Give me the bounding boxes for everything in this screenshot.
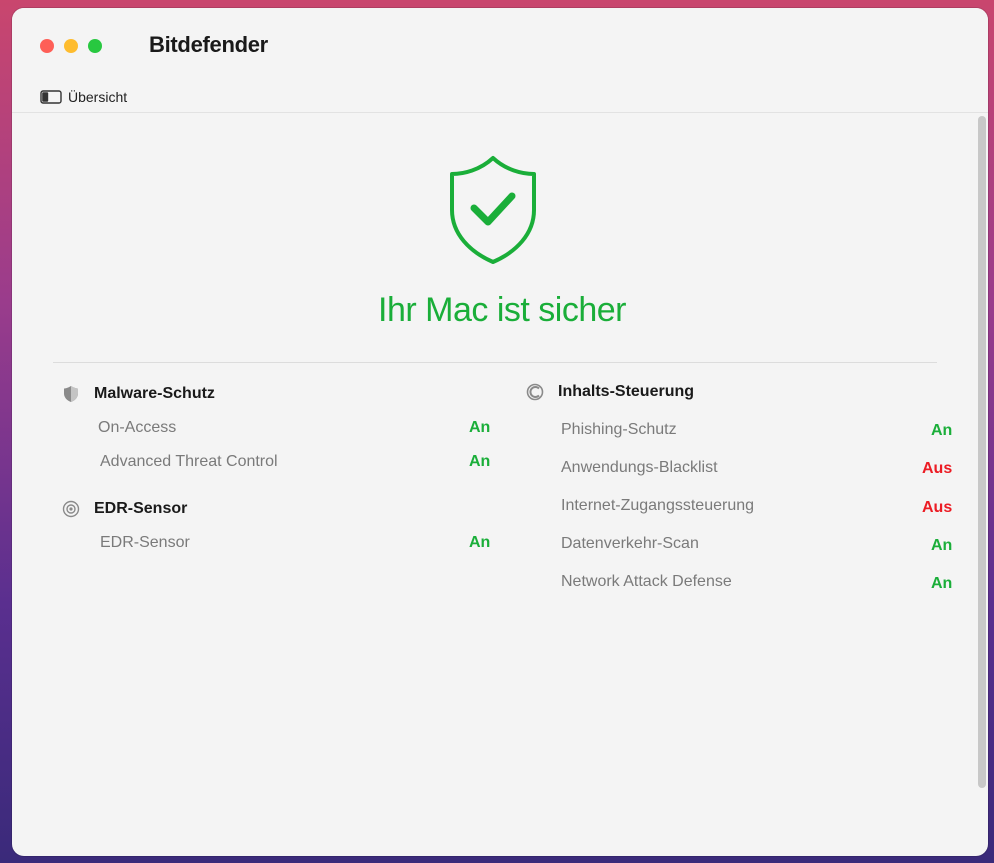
feature-status: An xyxy=(931,422,953,439)
feature-status: Aus xyxy=(922,499,953,516)
divider xyxy=(53,362,937,363)
close-window-button[interactable] xyxy=(40,39,54,53)
feature-label: Datenverkehr-Scan xyxy=(561,535,699,552)
app-brand: Bitdefender xyxy=(149,32,268,57)
feature-label: Network Attack Defense xyxy=(561,573,732,590)
feature-status: Aus xyxy=(922,460,953,477)
shield-icon xyxy=(64,386,78,402)
feature-label: Anwendungs-Blacklist xyxy=(561,459,718,476)
zoom-window-button[interactable] xyxy=(88,39,102,53)
feature-status: An xyxy=(469,419,491,436)
feature-label: EDR-Sensor xyxy=(100,534,190,551)
edr-icon xyxy=(62,500,80,518)
section-title-label: EDR-Sensor xyxy=(94,500,188,517)
scrollbar[interactable] xyxy=(978,116,986,788)
secure-shield-icon xyxy=(450,156,536,264)
section-edr-sensor[interactable]: EDR-Sensor xyxy=(62,500,187,518)
section-title-label: Malware-Schutz xyxy=(94,385,215,402)
title-bar: Bitdefender Übersicht xyxy=(12,8,988,113)
section-content-control[interactable]: Inhalts-Steuerung xyxy=(526,383,694,401)
sidebar-icon xyxy=(40,90,62,104)
sidebar-toggle-label: Übersicht xyxy=(68,89,128,105)
feature-label: Internet-Zugangssteuerung xyxy=(561,497,755,514)
feature-status: An xyxy=(469,534,491,551)
section-title-label: Inhalts-Steuerung xyxy=(558,383,695,400)
minimize-window-button[interactable] xyxy=(64,39,78,53)
feature-label: On-Access xyxy=(98,419,177,436)
sidebar-toggle-button[interactable]: Übersicht xyxy=(40,89,127,105)
app-window: Bitdefender Übersicht Ihr Mac ist sicher… xyxy=(12,8,988,856)
feature-label: Advanced Threat Control xyxy=(100,453,278,470)
protection-status-headline: Ihr Mac ist sicher xyxy=(378,291,626,329)
content-control-icon xyxy=(526,383,544,401)
feature-label: Phishing-Schutz xyxy=(561,421,677,438)
feature-status: An xyxy=(931,537,953,554)
section-malware-protection[interactable]: Malware-Schutz xyxy=(62,385,215,403)
feature-status: An xyxy=(469,453,491,470)
feature-status: An xyxy=(931,575,953,592)
